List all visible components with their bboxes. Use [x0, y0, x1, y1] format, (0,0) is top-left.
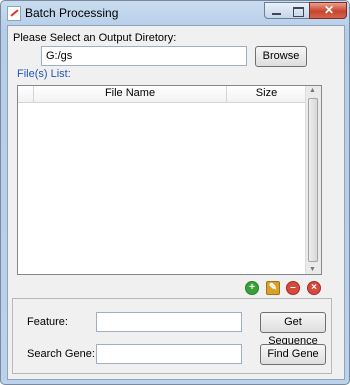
delete-file-icon[interactable]: ×	[307, 281, 321, 295]
search-group: Feature: Get Sequence Search Gene: Find …	[12, 298, 332, 374]
get-sequence-button[interactable]: Get Sequence	[260, 312, 326, 347]
scroll-up-icon[interactable]: ▲	[309, 87, 316, 94]
find-gene-button[interactable]: Find Gene	[260, 344, 326, 365]
browse-button[interactable]: Browse	[255, 46, 307, 67]
minimize-icon	[272, 13, 281, 15]
scroll-thumb[interactable]	[308, 98, 318, 262]
window-title: Batch Processing	[25, 6, 119, 20]
output-directory-label: Please Select an Output Diretory:	[13, 32, 177, 44]
batch-processing-window: Batch Processing ✕ Please Select an Outp…	[0, 0, 350, 385]
feature-input[interactable]	[96, 312, 242, 332]
close-icon: ✕	[324, 3, 335, 17]
maximize-button[interactable]	[287, 2, 310, 19]
search-gene-label: Search Gene:	[27, 348, 95, 360]
vertical-scrollbar[interactable]: ▲ ▼	[305, 86, 321, 274]
search-gene-input[interactable]	[96, 344, 242, 364]
files-list-label: File(s) List:	[17, 68, 71, 80]
column-header-size[interactable]: Size	[227, 87, 306, 99]
output-directory-input[interactable]	[41, 46, 247, 66]
scroll-down-icon[interactable]: ▼	[309, 266, 316, 273]
remove-file-icon[interactable]: –	[286, 281, 300, 295]
maximize-icon	[293, 7, 304, 17]
title-bar[interactable]: Batch Processing ✕	[1, 1, 349, 25]
add-file-icon[interactable]: +	[245, 281, 259, 295]
minimize-button[interactable]	[264, 2, 288, 19]
app-icon	[7, 6, 21, 21]
table-header: File Name Size	[18, 86, 321, 103]
close-button[interactable]: ✕	[309, 2, 347, 19]
client-area: Please Select an Output Diretory: Browse…	[7, 25, 345, 380]
column-header-file-name[interactable]: File Name	[34, 87, 226, 99]
files-table[interactable]: File Name Size ▲ ▼	[17, 85, 322, 275]
feature-label: Feature:	[27, 316, 68, 328]
edit-file-icon[interactable]: ✎	[266, 281, 280, 295]
